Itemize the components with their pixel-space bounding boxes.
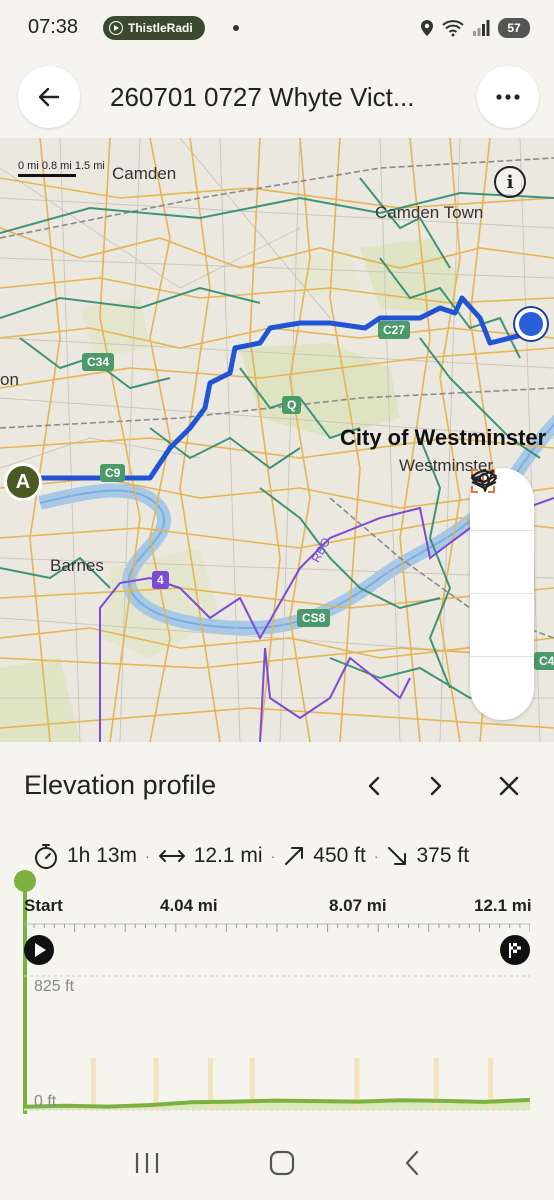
place-label-barnes: Barnes <box>50 556 104 575</box>
x-tick-label: 12.1 mi <box>474 896 532 915</box>
panel-title: Elevation profile <box>24 770 217 800</box>
status-icons: 57 <box>420 16 530 40</box>
y-top-label: 825 ft <box>34 978 75 995</box>
signal-icon <box>473 20 490 36</box>
chevron-right-icon <box>430 776 442 796</box>
map-view[interactable]: 0 mi 0.8 mi 1.5 mi Camden Camden Town Ci… <box>0 138 554 742</box>
duration-value: 1h 13m <box>67 844 138 867</box>
arrow-down-right-icon <box>388 847 407 865</box>
route-badge-cs8: CS8 <box>297 609 331 627</box>
route-badge-c4: C4 <box>534 652 554 670</box>
recents-button[interactable] <box>133 1151 161 1180</box>
arrow-up-right-icon <box>285 847 304 865</box>
media-chip[interactable]: ThistleRadi <box>103 16 205 40</box>
play-icon <box>109 21 123 35</box>
home-icon <box>269 1150 295 1175</box>
x-tick-label: 8.07 mi <box>329 896 387 915</box>
route-badge-c27: C27 <box>378 321 411 339</box>
map-scale-bar <box>18 174 76 177</box>
layers-button[interactable] <box>470 469 534 657</box>
system-back-button[interactable] <box>403 1149 421 1182</box>
notification-dot-icon <box>233 25 239 31</box>
navigate-button[interactable] <box>470 470 534 720</box>
map-tools <box>470 468 534 720</box>
separator-dot: · <box>270 848 276 864</box>
wifi-icon <box>442 20 464 37</box>
arrows-horizontal-icon <box>158 850 185 862</box>
route-badge-c9: C9 <box>100 464 126 482</box>
duration-stat: 1h 13m <box>33 842 137 870</box>
ascent-value: 450 ft <box>313 844 366 867</box>
axis-ticks <box>24 924 530 932</box>
media-chip-label: ThistleRadi <box>128 21 193 35</box>
status-time: 07:38 <box>28 16 79 38</box>
location-icon <box>421 20 433 36</box>
home-button[interactable] <box>268 1149 296 1182</box>
next-button[interactable] <box>418 768 454 804</box>
start-flag-icon <box>24 935 54 965</box>
page-title: 260701 0727 Whyte Vict... <box>110 82 415 112</box>
descent-value: 375 ft <box>416 844 470 867</box>
chevron-back-icon <box>405 1150 418 1175</box>
system-nav-bar <box>0 1130 554 1200</box>
route-badge-c34: C34 <box>82 353 115 371</box>
start-marker[interactable]: A <box>4 463 42 501</box>
route-badge-q: Q <box>282 396 302 414</box>
close-button[interactable] <box>491 768 527 804</box>
distance-value: 12.1 mi <box>193 844 263 867</box>
surface-segment <box>153 1058 159 1110</box>
place-label-city-of-westminster: City of Westminster <box>340 425 547 450</box>
separator-dot: · <box>373 848 379 864</box>
descent-stat: 375 ft <box>386 844 469 868</box>
close-icon <box>499 776 519 796</box>
route-stats: 1h 13m · 12.1 mi · 450 ft · 375 ft <box>33 842 469 870</box>
finish-flag-icon <box>500 935 530 965</box>
place-label-camden-partial: Camden <box>112 164 177 183</box>
more-horizontal-icon <box>496 94 520 100</box>
ascent-stat: 450 ft <box>283 844 366 868</box>
back-button[interactable] <box>18 66 80 128</box>
info-button[interactable]: i <box>494 166 526 198</box>
x-tick-label: 4.04 mi <box>160 896 218 915</box>
status-bar: 07:38 ThistleRadi 57 <box>0 0 554 56</box>
arrow-left-icon <box>38 87 60 107</box>
place-label-camden-town: Camden Town <box>375 203 484 222</box>
header: 260701 0727 Whyte Vict... <box>0 64 554 128</box>
recenter-button[interactable] <box>470 469 534 594</box>
recents-icon <box>136 1152 159 1173</box>
surface-segment <box>90 1058 96 1110</box>
end-marker[interactable] <box>515 308 547 340</box>
stopwatch-icon <box>35 844 57 869</box>
place-label-partial: on <box>0 370 19 389</box>
more-button[interactable] <box>477 66 539 128</box>
elevation-panel: Elevation profile 1h 13m · 12.1 mi · 450… <box>0 742 554 1130</box>
map-scale-label: 0 mi 0.8 mi 1.5 mi <box>18 160 105 172</box>
previous-button[interactable] <box>356 768 392 804</box>
elevation-chart[interactable] <box>24 918 530 1118</box>
chevron-left-icon <box>368 776 380 796</box>
distance-stat: 12.1 mi <box>158 844 263 868</box>
route-badge-4: 4 <box>152 571 169 589</box>
battery-icon: 57 <box>498 18 530 38</box>
separator-dot: · <box>145 848 150 864</box>
scrubber-handle[interactable] <box>14 870 36 892</box>
y-bottom-label: 0 ft <box>34 1093 57 1110</box>
navigate-icon <box>472 470 494 492</box>
x-tick-label: Start <box>24 896 63 915</box>
